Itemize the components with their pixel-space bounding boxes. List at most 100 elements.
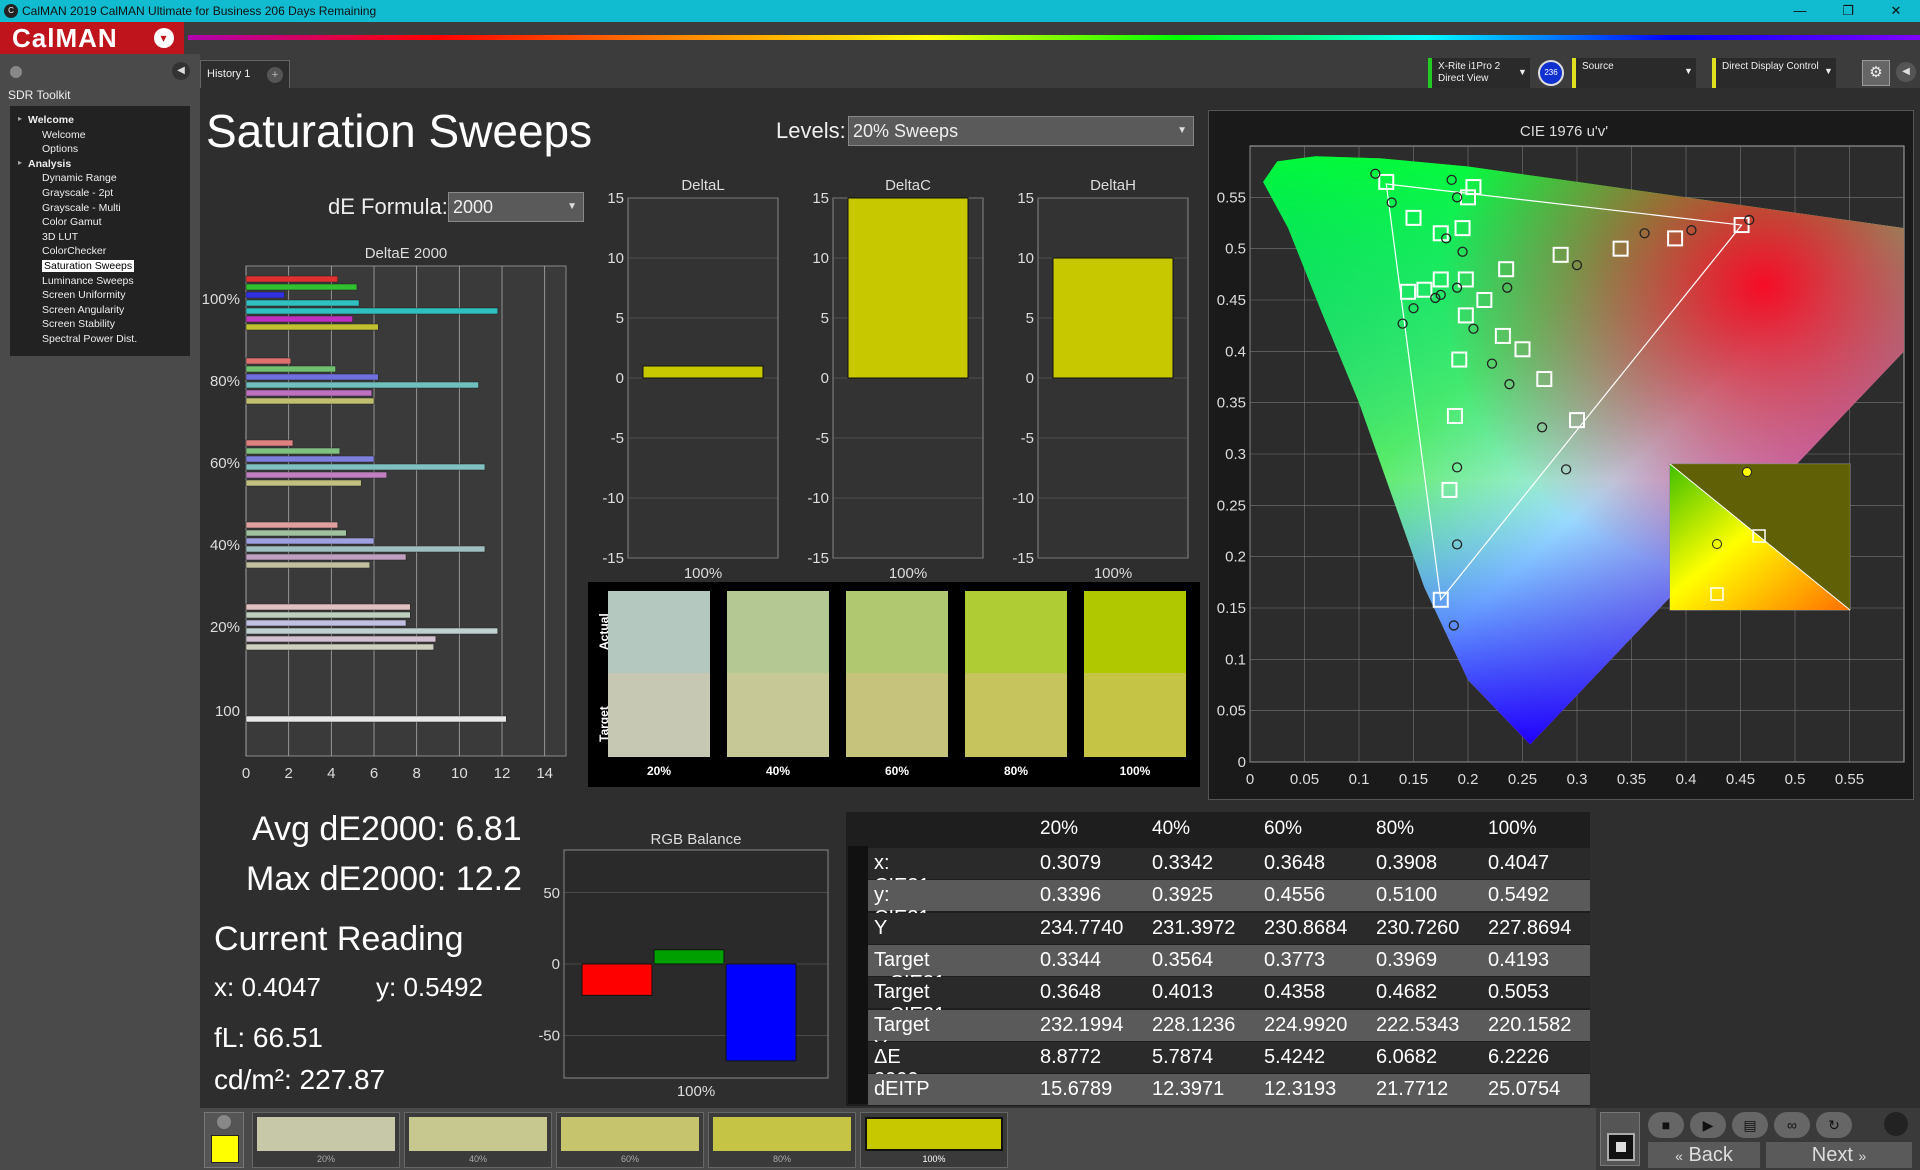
- close-button[interactable]: ✕: [1876, 0, 1916, 22]
- expand-arrow-icon[interactable]: ▸: [18, 114, 22, 123]
- swatch-label: 60%: [885, 764, 909, 778]
- formula-select[interactable]: 2000: [448, 192, 584, 222]
- delta-tick: -10: [602, 490, 624, 507]
- back-arrow-icon: «: [1675, 1148, 1683, 1164]
- table-cell: 8.8772: [1040, 1045, 1102, 1068]
- delta-lch-charts: DeltaL 15 10 5 0 -5 -10 -15 100% DeltaC 15 10 5 0 -5 -1…: [602, 177, 1189, 580]
- deltae-bar: [245, 545, 486, 553]
- cie-x-tick: 0.35: [1617, 771, 1646, 788]
- patch-button[interactable]: 40%: [404, 1112, 552, 1168]
- minimize-button[interactable]: —: [1780, 0, 1820, 22]
- tree-item[interactable]: Analysis ▸: [18, 158, 71, 170]
- delta-tick: 5: [1026, 310, 1034, 327]
- delta-title: DeltaL: [681, 177, 724, 194]
- tree-item-label: Color Gamut: [42, 216, 102, 229]
- tree-item[interactable]: Screen Uniformity: [42, 289, 125, 301]
- tree-item[interactable]: Dynamic Range: [42, 172, 117, 184]
- meter-name: X-Rite i1Pro 2: [1438, 61, 1501, 72]
- cie-x-tick: 0.45: [1726, 771, 1755, 788]
- collapse-right-icon[interactable]: ◀: [1896, 62, 1916, 82]
- cie-x-tick: 0: [1246, 771, 1254, 788]
- levels-select[interactable]: 20% Sweeps: [848, 116, 1194, 146]
- deltae-x-tick: 12: [494, 765, 511, 782]
- table-cell: 234.7740: [1040, 916, 1124, 939]
- deltae-bar: [245, 455, 375, 463]
- add-tab-button[interactable]: +: [267, 67, 283, 83]
- stop-button[interactable]: [1607, 1133, 1635, 1161]
- delta-bar: [847, 197, 969, 379]
- tree-item[interactable]: Options: [42, 143, 78, 155]
- tree-item[interactable]: Spectral Power Dist.: [42, 333, 137, 345]
- cie-x-tick: 0.3: [1567, 771, 1588, 788]
- patch-swatch: [713, 1117, 851, 1151]
- tree-item[interactable]: Grayscale - 2pt: [42, 187, 113, 199]
- patch-button[interactable]: 60%: [556, 1112, 704, 1168]
- pin-icon[interactable]: [10, 66, 22, 78]
- table-cell: 0.3079: [1040, 852, 1102, 874]
- tree-item[interactable]: Saturation Sweeps: [42, 260, 135, 272]
- tree-item[interactable]: 3D LUT: [42, 231, 78, 243]
- patch-button[interactable]: 100%: [860, 1112, 1008, 1168]
- next-button[interactable]: Next »: [1766, 1142, 1912, 1168]
- patch-button[interactable]: 20%: [252, 1112, 400, 1168]
- loop-icon[interactable]: ∞: [1774, 1112, 1810, 1138]
- tree-item[interactable]: Welcome: [42, 129, 86, 141]
- tree-item-label: Spectral Power Dist.: [42, 333, 138, 345]
- deltae-x-tick: 4: [327, 765, 335, 782]
- delta-tick: 5: [821, 310, 829, 327]
- tree-item[interactable]: Welcome ▸: [18, 114, 74, 126]
- deltae-bar: [245, 603, 411, 611]
- deltae-bar: [245, 619, 407, 627]
- refresh-icon[interactable]: ↻: [1816, 1112, 1852, 1138]
- tree-item-label: Grayscale - 2pt: [42, 187, 114, 199]
- tree-item[interactable]: Luminance Sweeps: [42, 275, 134, 287]
- table-cell: 228.1236: [1152, 1013, 1236, 1036]
- delta-tick: 10: [812, 250, 829, 267]
- tree-item-label: Options: [42, 143, 79, 156]
- actual-swatch: [727, 591, 829, 673]
- table-cell: 12.3193: [1264, 1078, 1337, 1101]
- stop-icon[interactable]: ■: [1648, 1112, 1684, 1138]
- gear-icon[interactable]: ⚙: [1862, 60, 1890, 86]
- expand-arrow-icon[interactable]: ▸: [18, 158, 22, 167]
- deltae-bar: [245, 373, 379, 381]
- save-icon[interactable]: ▤: [1732, 1112, 1768, 1138]
- chevron-down-icon: ▾: [154, 28, 174, 48]
- tree-item[interactable]: Screen Stability: [42, 318, 115, 330]
- chevron-down-icon: ▼: [1518, 67, 1527, 77]
- patch-preview[interactable]: [204, 1112, 244, 1168]
- delta-title: DeltaC: [885, 177, 931, 194]
- play-icon[interactable]: ▶: [1690, 1112, 1726, 1138]
- delta-tick: 10: [1017, 250, 1034, 267]
- tree-item[interactable]: Grayscale - Multi: [42, 202, 121, 214]
- meter-selector[interactable]: X-Rite i1Pro 2 Direct View ▼: [1428, 58, 1530, 88]
- collapse-left-icon[interactable]: ◀: [172, 62, 190, 80]
- back-button[interactable]: « Back: [1648, 1142, 1760, 1168]
- tree-item[interactable]: Color Gamut: [42, 216, 102, 228]
- options-icon[interactable]: [1884, 1112, 1908, 1136]
- cie-x-tick: 0.2: [1458, 771, 1479, 788]
- max-de: Max dE2000: 12.2: [246, 860, 522, 898]
- tree-item[interactable]: Screen Angularity: [42, 304, 124, 316]
- table-cell: 0.4193: [1488, 948, 1550, 971]
- current-reading-title: Current Reading: [214, 920, 464, 958]
- patch-button[interactable]: 80%: [708, 1112, 856, 1168]
- chevron-down-icon: ▼: [1684, 66, 1693, 76]
- source-selector[interactable]: Source ▼: [1572, 58, 1696, 88]
- maximize-button[interactable]: ❐: [1828, 0, 1868, 22]
- current-luminance: cd/m²: 227.87: [214, 1064, 386, 1095]
- cie-x-tick: 0.15: [1399, 771, 1428, 788]
- app-logo[interactable]: CalMAN ▾: [0, 22, 184, 54]
- table-row: [868, 977, 1590, 1009]
- meter-badge[interactable]: 236: [1538, 60, 1564, 86]
- tree-item[interactable]: ColorChecker: [42, 245, 106, 257]
- tree-item-label: Grayscale - Multi: [42, 201, 121, 214]
- tree-item-label: 3D LUT: [42, 230, 79, 243]
- display-selector[interactable]: Direct Display Control ▼: [1712, 58, 1836, 88]
- patch-label: 80%: [772, 1154, 791, 1164]
- patch-settings-icon[interactable]: [217, 1115, 231, 1129]
- tab-history-1[interactable]: History 1 +: [200, 60, 290, 88]
- table-cell: 5.7874: [1152, 1045, 1214, 1068]
- cie-x-tick: 0.25: [1508, 771, 1537, 788]
- patch-swatch: [409, 1117, 547, 1151]
